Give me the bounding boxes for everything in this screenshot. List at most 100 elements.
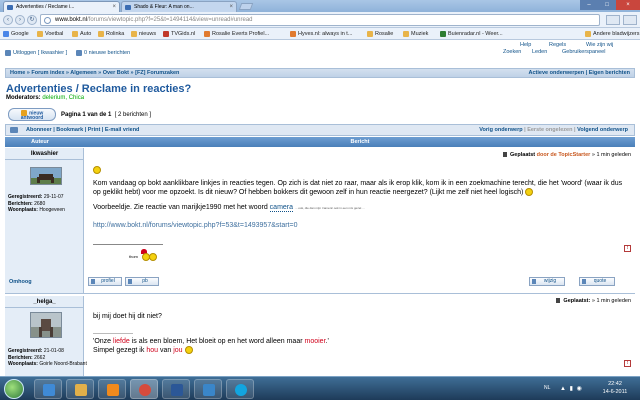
site-icon — [204, 31, 210, 37]
bookmark-rosalie-profiel[interactable]: Rosalie Everts Profiel... — [204, 28, 269, 39]
pagination: Pagina 1 van de 1 [ 2 berichten ] — [61, 112, 151, 118]
report-icon[interactable]: ! — [624, 245, 631, 252]
skype-icon — [235, 384, 247, 396]
close-tab-icon[interactable]: × — [229, 2, 233, 12]
logout-link[interactable]: Uitloggen [ Ikwashier ] — [5, 50, 67, 56]
page-menu-button[interactable] — [606, 15, 620, 25]
breadcrumb-links[interactable]: Home » Forum index » Algemeen » Over Bok… — [10, 70, 179, 76]
wrench-menu-button[interactable] — [623, 15, 637, 25]
taskbar-word[interactable] — [162, 379, 190, 399]
tab-advertenties[interactable]: Advertenties / Reclame i... × — [3, 1, 120, 12]
breadcrumb: Home » Forum index » Algemeen » Over Bok… — [5, 68, 635, 78]
bookmark-nieuws[interactable]: nieuws — [131, 28, 156, 39]
print-icon[interactable] — [10, 127, 18, 133]
minimize-button[interactable]: – — [580, 0, 598, 10]
pm-button[interactable]: pb — [125, 277, 159, 286]
separator: | — [524, 127, 526, 133]
ie-icon — [43, 384, 55, 396]
taskbar-chrome[interactable] — [130, 379, 158, 399]
taskbar-ie[interactable] — [34, 379, 62, 399]
author-column-header: Auteur — [31, 139, 49, 145]
profile-icon — [91, 279, 95, 284]
rules-link[interactable]: Regels — [549, 42, 566, 48]
divider — [5, 307, 84, 308]
topic-tools-links[interactable]: Abonneer | Bookmark | Print | E-mail vri… — [26, 125, 139, 135]
camera-link[interactable]: camera — [269, 204, 294, 212]
active-topics-link[interactable]: Actieve onderwerpen | Eigen berichten — [529, 69, 630, 77]
new-messages-link[interactable]: 0 nieuwe berichten — [76, 50, 130, 56]
close-window-button[interactable]: × — [616, 0, 640, 10]
taskbar-explorer[interactable] — [66, 379, 94, 399]
next-topic-link[interactable]: Volgend onderwerp — [577, 127, 628, 133]
bookmark-buienradar[interactable]: Buienradar.nl - Weer... — [440, 28, 503, 39]
word-icon — [171, 384, 183, 396]
globe-icon — [44, 17, 51, 24]
bookmark-hyves[interactable]: Hyves.nl: always in t... — [290, 28, 352, 39]
first-unread-link[interactable]: Eerste ongelezen — [527, 127, 572, 133]
post-count: [ 2 berichten ] — [114, 112, 152, 118]
edit-button[interactable]: wijzig — [529, 277, 565, 286]
post-paragraph: bij mij doet hij dit niet? — [93, 313, 162, 320]
hyves-icon — [290, 31, 296, 37]
bookmark-google[interactable]: Google — [3, 28, 29, 39]
reload-button[interactable]: ↻ — [27, 15, 37, 25]
forum-page: Uitloggen [ Ikwashier ] 0 nieuwe bericht… — [0, 40, 640, 376]
bookmark-tvgids[interactable]: TVGids.nl — [163, 28, 195, 39]
new-tab-button[interactable] — [238, 3, 254, 10]
report-icon[interactable]: ! — [624, 360, 631, 367]
taskbar-outlook[interactable] — [194, 379, 222, 399]
clock[interactable]: 22:42 14-6-2011 — [598, 380, 632, 396]
separator: | — [573, 127, 576, 133]
reply-button[interactable]: nieuw antwoord — [8, 108, 56, 121]
maximize-button[interactable]: □ — [598, 0, 616, 10]
author-details: Geregistreerd: 21-01-08 Berichten: 2662 … — [8, 348, 87, 367]
bookmark-other[interactable]: Andere bladwijzers — [585, 28, 639, 39]
back-button[interactable]: ‹ — [3, 15, 13, 25]
language-indicator[interactable]: NL — [544, 385, 550, 391]
url-path: /forums/viewtopic.php?f=25&t=1494114&vie… — [87, 17, 253, 23]
quote-button[interactable]: quote — [579, 277, 615, 286]
author-panel: Ikwashier Geregistreerd: 29-11-07 Berich… — [5, 148, 84, 293]
tab-shado-fleur[interactable]: Shado & Fleur: A man on... × — [121, 1, 237, 12]
close-tab-icon[interactable]: × — [112, 2, 116, 12]
folder-icon — [37, 31, 43, 37]
moderator-names[interactable]: delerium, Chica — [42, 95, 84, 101]
bookmark-rolinka[interactable]: Rolinka — [98, 28, 124, 39]
post-meta: Geplaatst: » 1 min geleden — [555, 298, 631, 304]
start-button[interactable] — [4, 379, 24, 399]
author-name[interactable]: _helga_ — [5, 299, 84, 305]
bookmark-voetbal[interactable]: Voetbal — [37, 28, 63, 39]
taskbar-media[interactable] — [98, 379, 126, 399]
forward-button[interactable]: › — [15, 15, 25, 25]
post-icon — [502, 152, 507, 158]
search-link[interactable]: Zoeken — [503, 49, 521, 55]
signature-divider — [93, 333, 133, 334]
back-to-top-link[interactable]: Omhoog — [9, 279, 32, 285]
previous-topic-link[interactable]: Vorig onderwerp — [479, 127, 522, 133]
folder-icon — [131, 31, 137, 37]
bookmark-rosalie[interactable]: Rosalie — [367, 28, 393, 39]
taskbar-skype[interactable] — [226, 379, 254, 399]
author-panel: _helga_ Geregistreerd: 21-01-08 Berichte… — [5, 296, 87, 376]
signature-line: Simpel gezegt ik hou van jou — [93, 346, 623, 355]
media-player-icon — [107, 384, 119, 396]
smiley-icon — [525, 188, 534, 197]
who-are-we-link[interactable]: Wie zijn wij — [586, 42, 613, 48]
user-panel-link[interactable]: Gebruikerspaneel — [562, 49, 605, 55]
profile-button[interactable]: profiel — [88, 277, 122, 286]
author-details: Geregistreerd: 29-11-07 Berichten: 2680 … — [8, 194, 65, 213]
address-bar[interactable]: www.bokt.nl/forums/viewtopic.php?f=25&t=… — [40, 14, 600, 26]
post-url-link[interactable]: http://www.bokt.nl/forums/viewtopic.php?… — [93, 221, 623, 230]
bookmark-auto[interactable]: Auto — [72, 28, 91, 39]
page-title[interactable]: Advertenties / Reclame in reacties? — [6, 83, 191, 95]
smiley-icon — [149, 253, 157, 261]
posts-table-header: Auteur Bericht — [5, 137, 635, 147]
help-link[interactable]: Help — [520, 42, 531, 48]
system-tray-icons[interactable]: ▲ ▮ ◉ — [560, 385, 583, 392]
weather-icon — [440, 31, 446, 37]
pm-icon — [128, 279, 132, 284]
folder-icon — [367, 31, 373, 37]
author-name[interactable]: Ikwashier — [5, 151, 84, 157]
members-link[interactable]: Leden — [532, 49, 547, 55]
bookmark-muziek[interactable]: Muziek — [403, 28, 428, 39]
